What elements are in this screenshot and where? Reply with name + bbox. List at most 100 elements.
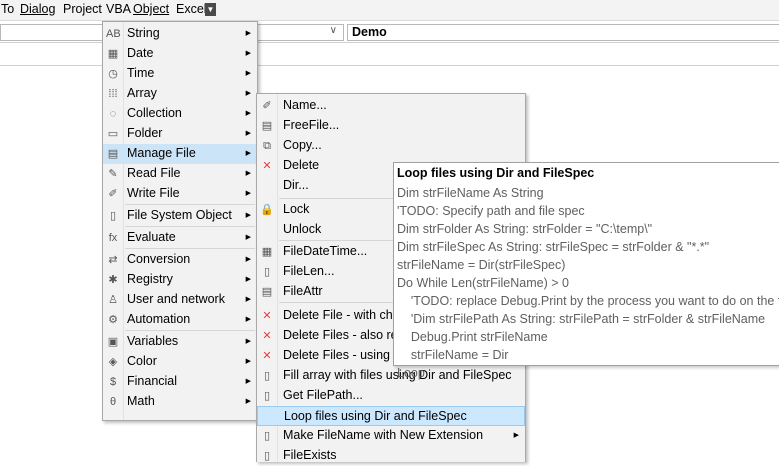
menu-item-read-file[interactable]: ✎ Read File ▶ (103, 164, 257, 184)
menu-separator (125, 204, 255, 205)
module-combo-value: Demo (352, 25, 387, 39)
menu-item-icon: ⇄ (108, 254, 118, 266)
code-preview-tooltip: Loop files using Dir and FileSpec Dim st… (393, 162, 779, 380)
menu-object[interactable]: Object (133, 2, 169, 16)
submenu-item-name[interactable]: ✐ Name... (257, 96, 525, 116)
menu-item-color[interactable]: ◈ Color ▶ (103, 352, 257, 372)
submenu-arrow-icon: ▶ (245, 338, 251, 345)
submenu-arrow-icon: ▶ (245, 70, 251, 77)
submenu-item-icon: ✕ (262, 350, 272, 362)
menu-item-label: Manage File (127, 146, 196, 160)
submenu-item-label: Name... (283, 98, 327, 112)
submenu-item-label: FileDateTime... (283, 244, 368, 258)
module-combo[interactable]: Demo (347, 24, 779, 41)
menu-item-label: File System Object (127, 208, 232, 222)
menu-item-label: Registry (127, 272, 173, 286)
menu-item-label: Variables (127, 334, 179, 348)
menu-excel[interactable]: Excel (176, 2, 207, 16)
menu-item-icon: fx (108, 232, 118, 244)
submenu-item-copy[interactable]: ⧉ Copy... (257, 136, 525, 156)
tooltip-code-line: Debug.Print strFileName (397, 330, 548, 344)
dropdown-arrow-icon[interactable]: ▼ (205, 3, 216, 16)
submenu-item-icon: ✐ (262, 100, 272, 112)
menu-item-icon: ♙ (108, 294, 118, 306)
submenu-item-icon (260, 223, 274, 237)
main-dropdown-menu: AB String ▶ ▦ Date ▶ ◷ Time ▶ ⁞⁞⁞ Array ▶ ◌ Collectio… (102, 21, 258, 421)
submenu-item-fill-array-with-files-using-dir-and-filespec[interactable]: ▯ Fill array with files using Dir and Fil… (257, 366, 525, 386)
menu-item-icon: ◌ (109, 108, 117, 120)
menu-item-folder[interactable]: ▭ Folder ▶ (103, 124, 257, 144)
submenu-item-icon: ✕ (262, 310, 272, 322)
submenu-arrow-icon: ▶ (513, 432, 519, 439)
submenu-arrow-icon: ▶ (245, 150, 251, 157)
menu-item-label: Collection (127, 106, 182, 120)
menu-item-evaluate[interactable]: fx Evaluate ▶ (103, 228, 257, 248)
menu-item-icon: ▣ (107, 336, 119, 348)
menu-item-manage-file[interactable]: ▤ Manage File ▶ (103, 144, 257, 164)
menu-item-icon: ✐ (108, 188, 118, 200)
submenu-item-label: Make FileName with New Extension (283, 428, 484, 442)
menu-item-collection[interactable]: ◌ Collection ▶ (103, 104, 257, 124)
menu-item-variables[interactable]: ▣ Variables ▶ (103, 332, 257, 352)
menu-item-time[interactable]: ◷ Time ▶ (103, 64, 257, 84)
submenu-arrow-icon: ▶ (245, 276, 251, 283)
menu-item-file-system-object[interactable]: ▯ File System Object ▶ (103, 206, 257, 226)
submenu-item-label: Delete Files - using w (283, 348, 403, 362)
submenu-item-freefile[interactable]: ▤ FreeFile... (257, 116, 525, 136)
menu-vba[interactable]: VBA (106, 2, 131, 16)
menu-item-icon: ▭ (107, 128, 119, 140)
menu-item-icon: θ (109, 396, 117, 408)
menu-item-conversion[interactable]: ⇄ Conversion ▶ (103, 250, 257, 270)
tooltip-code-line: Dim strFileName As String (397, 186, 544, 200)
menu-item-icon: ⁞⁞⁞ (108, 88, 118, 100)
submenu-item-fileexists[interactable]: ▯ FileExists (257, 446, 525, 466)
menu-item-user-and-network[interactable]: ♙ User and network ▶ (103, 290, 257, 310)
menu-item-array[interactable]: ⁞⁞⁞ Array ▶ (103, 84, 257, 104)
submenu-item-label: Get FilePath... (283, 388, 363, 402)
submenu-item-make-filename-with-new-extension[interactable]: ▯ Make FileName with New Extension ▶ (257, 426, 525, 446)
menu-item-icon: ▯ (109, 210, 117, 222)
chevron-down-icon[interactable]: ∨ (330, 25, 337, 36)
menu-item-icon: ◷ (108, 68, 118, 80)
submenu-item-icon: 🔒 (260, 204, 274, 216)
menu-item-date[interactable]: ▦ Date ▶ (103, 44, 257, 64)
menu-item-write-file[interactable]: ✐ Write File ▶ (103, 184, 257, 204)
tooltip-title: Loop files using Dir and FileSpec (397, 166, 595, 180)
submenu-item-label: FileExists (283, 448, 337, 462)
submenu-item-icon: ⧉ (263, 140, 271, 152)
submenu-item-loop-files-using-dir-and-filespec[interactable]: Loop files using Dir and FileSpec (257, 406, 525, 426)
submenu-item-icon: ▯ (263, 370, 271, 382)
submenu-arrow-icon: ▶ (245, 234, 251, 241)
menu-item-label: Financial (127, 374, 178, 388)
submenu-arrow-icon: ▶ (245, 50, 251, 57)
submenu-item-icon: ▯ (263, 390, 271, 402)
menu-separator (125, 248, 255, 249)
submenu-item-label: Dir... (283, 178, 309, 192)
menu-item-registry[interactable]: ✱ Registry ▶ (103, 270, 257, 290)
menu-item-label: Time (127, 66, 155, 80)
submenu-item-get-filepath[interactable]: ▯ Get FilePath... (257, 386, 525, 406)
submenu-item-label: Copy... (283, 138, 322, 152)
menu-item-automation[interactable]: ⚙ Automation ▶ (103, 310, 257, 330)
menu-dialog[interactable]: Dialog (20, 2, 55, 16)
menu-item-financial[interactable]: $ Financial ▶ (103, 372, 257, 392)
submenu-item-icon (261, 410, 275, 424)
menu-item-math[interactable]: θ Math ▶ (103, 392, 257, 412)
submenu-arrow-icon: ▶ (245, 358, 251, 365)
submenu-arrow-icon: ▶ (245, 212, 251, 219)
menu-to[interactable]: To (1, 2, 14, 16)
submenu-item-label: Delete (283, 158, 320, 172)
menu-item-label: Automation (127, 312, 191, 326)
submenu-arrow-icon: ▶ (245, 316, 251, 323)
submenu-item-label: FileAttr (283, 284, 323, 298)
submenu-item-label: Lock (283, 202, 310, 216)
menu-item-icon: ⚙ (108, 314, 118, 326)
menu-project[interactable]: Project (63, 2, 102, 16)
tooltip-code-line: Dim strFileSpec As String: strFileSpec =… (397, 240, 710, 254)
submenu-arrow-icon: ▶ (245, 256, 251, 263)
menu-separator (125, 226, 255, 227)
submenu-item-label: Delete File - with che (283, 308, 400, 322)
menu-item-string[interactable]: AB String ▶ (103, 24, 257, 44)
submenu-item-icon: ▦ (261, 246, 273, 258)
submenu-arrow-icon: ▶ (245, 90, 251, 97)
